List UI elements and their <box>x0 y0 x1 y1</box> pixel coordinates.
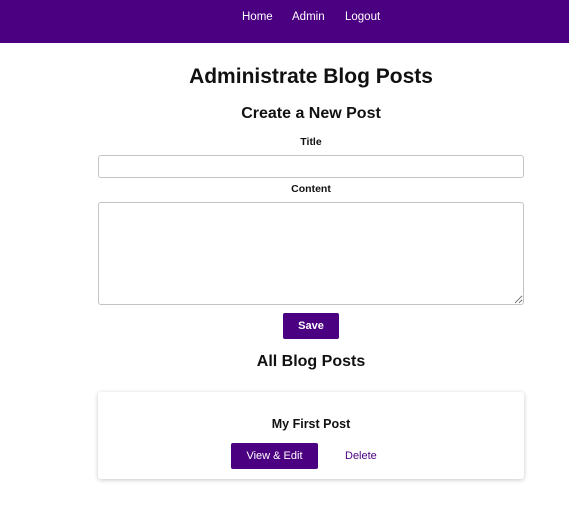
top-navbar: Home Admin Logout <box>0 0 569 43</box>
all-posts-heading: All Blog Posts <box>256 353 366 370</box>
nav-link-admin[interactable]: Admin <box>292 10 325 24</box>
title-field-label: Title <box>300 136 322 148</box>
content-textarea[interactable] <box>98 202 524 305</box>
create-post-heading: Create a New Post <box>241 105 381 122</box>
view-edit-button[interactable]: View & Edit <box>231 443 318 469</box>
nav-link-home[interactable]: Home <box>242 10 273 24</box>
title-input[interactable] <box>98 155 524 178</box>
delete-link[interactable]: Delete <box>345 449 377 463</box>
save-button[interactable]: Save <box>283 313 339 339</box>
post-title: My First Post <box>271 417 351 431</box>
page-title: Administrate Blog Posts <box>189 65 433 88</box>
nav-link-logout[interactable]: Logout <box>345 10 380 24</box>
content-field-label: Content <box>291 183 331 195</box>
post-card: My First Post View & Edit Delete <box>98 392 524 479</box>
